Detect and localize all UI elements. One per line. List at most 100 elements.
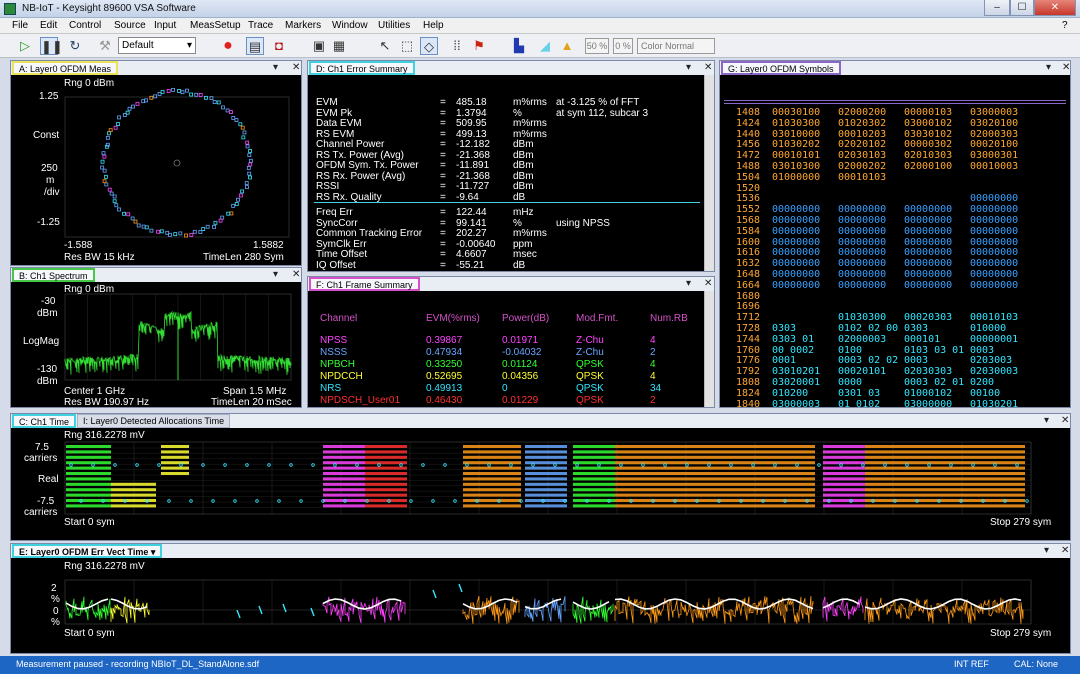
symbols-divider-1	[724, 100, 1066, 101]
close-button[interactable]: ✕	[1034, 0, 1076, 16]
frame-ch: NRS	[320, 383, 342, 394]
help-question-icon[interactable]: ?	[1062, 20, 1068, 31]
layout-icon[interactable]: ▣	[310, 37, 328, 55]
symbol-cell: 00000000	[838, 225, 887, 237]
constellation-point	[248, 162, 253, 167]
symbol-cell: 00 0002	[772, 344, 815, 356]
pane-b-close-icon[interactable]: ✕	[292, 268, 300, 281]
grid-icon[interactable]: ▦	[330, 37, 348, 55]
pane-b-tab[interactable]: B: Ch1 Spectrum	[12, 268, 95, 282]
waterfall-icon[interactable]: ◢	[536, 37, 554, 55]
menu-file[interactable]: File	[12, 20, 28, 31]
menu-meassetup[interactable]: MeasSetup	[190, 20, 241, 31]
restart-icon[interactable]: ↻	[66, 37, 84, 55]
alloc-block-row	[573, 461, 615, 465]
menu-help[interactable]: Help	[423, 20, 444, 31]
zoom-box-1[interactable]: 50 %	[585, 38, 609, 54]
pane-d-tab[interactable]: D: Ch1 Error Summary	[309, 61, 415, 75]
constellation-point	[248, 149, 253, 153]
pane-f-close-icon[interactable]: ✕	[704, 277, 712, 290]
flag-icon[interactable]: ⚑	[470, 37, 488, 55]
constellation-point	[101, 151, 106, 156]
pane-g-close-icon[interactable]: ✕	[1062, 61, 1070, 74]
minimize-button[interactable]: –	[984, 0, 1010, 16]
pane-c-close-icon[interactable]: ✕	[1061, 414, 1069, 427]
alloc-nrs-dot	[377, 463, 381, 467]
status-ref[interactable]: INT REF	[954, 659, 989, 669]
pane-e-menu-icon[interactable]: ▾	[1044, 544, 1049, 557]
pane-a-tab[interactable]: A: Layer0 OFDM Meas	[12, 61, 119, 75]
pane-g-tab[interactable]: G: Layer0 OFDM Symbols	[721, 61, 841, 75]
alloc-block-row	[573, 493, 615, 497]
pane-c-tab[interactable]: C: Ch1 Time	[12, 414, 77, 428]
color-mode-select[interactable]: Color Normal	[637, 38, 715, 54]
summary-val: 509.95	[456, 118, 487, 129]
menu-utilities[interactable]: Utilities	[378, 20, 410, 31]
preset-select[interactable]: Default ▾	[118, 37, 196, 54]
pane-b-menu-icon[interactable]: ▾	[273, 268, 278, 281]
maximize-button[interactable]: ☐	[1010, 0, 1034, 16]
play-icon[interactable]: ▷	[16, 37, 34, 55]
pane-g-menu-icon[interactable]: ▾	[1046, 61, 1051, 74]
summary-name: IQ Offset	[316, 259, 356, 271]
pane-f-tab[interactable]: F: Ch1 Frame Summary	[309, 277, 420, 291]
alloc-block-row	[865, 482, 1025, 486]
menu-markers[interactable]: Markers	[285, 20, 321, 31]
symbol-cell: 00000000	[970, 269, 1019, 280]
zoom-box-2[interactable]: 0 %	[613, 38, 633, 54]
pane-i-tab[interactable]: I: Layer0 Detected Allocations Time	[77, 414, 231, 428]
menu-edit[interactable]: Edit	[40, 20, 57, 31]
pane-d-menu-icon[interactable]: ▾	[686, 61, 691, 74]
alloc-block-row	[323, 461, 365, 465]
symbols-divider-2	[724, 103, 1066, 104]
pane-b-y-top-unit: dBm	[37, 308, 58, 319]
recording-icon[interactable]: ▤	[246, 37, 264, 55]
tape-icon[interactable]: ◘	[270, 37, 288, 55]
menu-window[interactable]: Window	[332, 20, 368, 31]
pane-e-tab[interactable]: E: Layer0 OFDM Err Vect Time ▾	[12, 544, 163, 558]
pane-d-close-icon[interactable]: ✕	[704, 61, 712, 74]
symbol-cell: 01000000	[772, 171, 821, 183]
pane-e-close-icon[interactable]: ✕	[1061, 544, 1069, 557]
bars-icon[interactable]: ⁞⁞	[448, 37, 466, 55]
constellation-point	[157, 91, 162, 96]
pane-a-menu-icon[interactable]: ▾	[273, 61, 278, 74]
pointer-icon[interactable]: ↖	[376, 37, 394, 55]
spectrum-logo-icon[interactable]: ▙	[510, 37, 528, 55]
pane-a-y-mid1: 250	[41, 163, 58, 174]
constellation-point	[229, 211, 234, 216]
pane-b-y-bot-unit: dBm	[37, 376, 58, 387]
zoom-box-icon[interactable]: ⬚	[398, 37, 416, 55]
pane-f-scrollbar[interactable]	[704, 291, 714, 407]
alloc-block-row	[111, 488, 156, 492]
status-cal[interactable]: CAL: None	[1014, 659, 1058, 669]
symbol-cell: 02030003	[970, 366, 1019, 378]
triangle-icon[interactable]: ▲	[558, 37, 576, 55]
pane-d-scrollbar[interactable]	[704, 75, 714, 271]
alloc-block-row	[573, 477, 615, 481]
menu-input[interactable]: Input	[154, 20, 176, 31]
symbol-cell: 03030102	[904, 128, 953, 140]
menu-source[interactable]: Source	[114, 20, 146, 31]
marker-icon[interactable]: ◇	[420, 37, 438, 55]
menu-trace[interactable]: Trace	[248, 20, 273, 31]
summary-eq: =	[440, 118, 446, 129]
alloc-block-row	[111, 482, 156, 486]
pane-c-menu-icon[interactable]: ▾	[1044, 414, 1049, 427]
alloc-block-row	[525, 504, 567, 508]
symbol-index: 1424	[736, 117, 761, 129]
alloc-nrs-dot	[399, 463, 403, 467]
constellation-point	[173, 232, 178, 237]
pane-e-stop: Stop 279 sym	[990, 628, 1052, 639]
pane-f-menu-icon[interactable]: ▾	[686, 277, 691, 290]
menu-control[interactable]: Control	[69, 20, 101, 31]
pause-icon[interactable]: ❚❚	[40, 37, 63, 55]
frame-pwr: 0.04356	[502, 371, 539, 382]
alloc-nrs-dot	[277, 499, 281, 503]
wand-icon[interactable]: ⚒	[96, 37, 114, 55]
summary-unit: dB	[513, 191, 526, 203]
symbol-index: 1440	[736, 128, 761, 140]
frame-ch: NPSS	[320, 335, 348, 346]
pane-a-close-icon[interactable]: ✕	[292, 61, 300, 74]
record-icon[interactable]: ●	[219, 37, 237, 55]
